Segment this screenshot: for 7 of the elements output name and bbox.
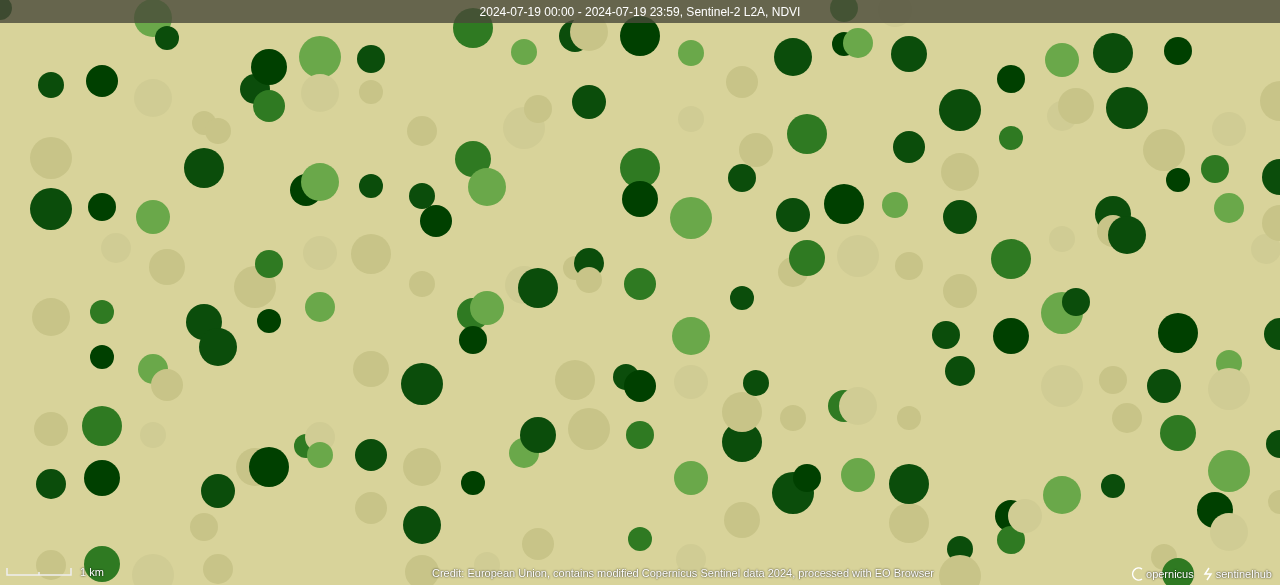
c-arc-icon [1132, 566, 1144, 581]
logo-text: sentinelhub [1215, 566, 1272, 582]
scale-bar-icon [6, 567, 72, 577]
scale-label: 1 km [80, 564, 104, 580]
zigzag-icon [1201, 566, 1214, 581]
image-title-bar: 2024-07-19 00:00 - 2024-07-19 23:59, Sentinel-2 L2A, NDVI [0, 0, 1280, 23]
credit-text: Credit: European Union, contains modified Copernicus Sentinel data 2024, processed with EO Browser [432, 565, 934, 581]
